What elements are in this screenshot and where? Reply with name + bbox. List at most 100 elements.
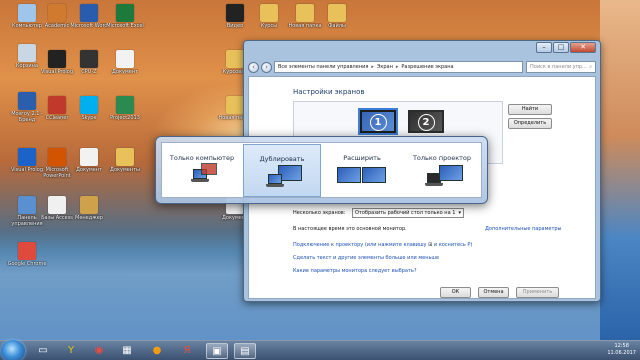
shortcut-icon: [116, 4, 134, 22]
shortcut-label: Документы: [110, 167, 140, 173]
ok-icon[interactable]: ●: [146, 343, 168, 359]
identify-button[interactable]: Определить: [508, 118, 552, 129]
search-input[interactable]: Поиск в панели упр... ⌕: [526, 61, 596, 73]
display-icon[interactable]: ▣: [206, 343, 228, 359]
monitor-2[interactable]: 2: [408, 110, 444, 133]
address-bar[interactable]: Все элементы панели управления ▸ Экран ▸…: [274, 61, 523, 73]
yandex-browser-icon[interactable]: Я: [176, 343, 198, 359]
shortcut-icon: [260, 4, 278, 22]
option-label: Дублировать: [259, 155, 305, 163]
display-switcher-panel: Только компьютер Дублировать Расширить Т…: [161, 142, 482, 198]
shortcut-icon: [296, 4, 314, 22]
breadcrumb-screen[interactable]: Экран: [377, 64, 393, 70]
window-titlebar[interactable]: – □ ✕: [244, 41, 600, 61]
option-projector-only[interactable]: Только проектор: [403, 144, 481, 197]
shortcut-label: Файлы: [328, 23, 346, 29]
ok-button[interactable]: ОК: [440, 287, 471, 298]
shortcut-icon: [48, 50, 66, 68]
monitor-2-number: 2: [417, 114, 435, 131]
shortcut-icon: [18, 196, 36, 214]
multiple-displays-value: Отобразить рабочий стол только на 1: [355, 210, 456, 216]
search-placeholder: Поиск в панели упр...: [530, 64, 587, 70]
window-controls: – □ ✕: [535, 42, 596, 53]
shortcut-icon: [80, 96, 98, 114]
maximize-button[interactable]: □: [553, 42, 569, 53]
projector-link-text: Подключение к проектору (или нажмите кла…: [293, 242, 427, 248]
shortcut-icon: [80, 4, 98, 22]
start-button[interactable]: [1, 340, 25, 360]
page-title: Настройки экранов: [293, 88, 365, 96]
find-button[interactable]: Найти: [508, 104, 552, 115]
option-duplicate[interactable]: Дублировать: [243, 144, 321, 197]
shortcut-icon: [80, 148, 98, 166]
shortcut-icon: [48, 196, 66, 214]
taskbar: ▭ Y ◉ ▦ ● Я ▣ ▤ 12:58 11.06.2017: [0, 340, 640, 360]
shortcut-icon: [116, 50, 134, 68]
shortcut-icon: [48, 148, 66, 166]
desktop-shortcut[interactable]: Документ: [104, 50, 146, 75]
monitor-help-link[interactable]: Какие параметры монитора следует выбрать…: [293, 268, 416, 274]
multiple-displays-select[interactable]: Отобразить рабочий стол только на 1 ▾: [352, 208, 464, 218]
close-button[interactable]: ✕: [570, 42, 596, 53]
shortcut-icon: [48, 4, 66, 22]
monitor-1[interactable]: 1: [360, 110, 396, 133]
address-row: ‹ › Все элементы панели управления ▸ Экр…: [248, 60, 596, 74]
switch-icon[interactable]: ▤: [234, 343, 256, 359]
shortcut-icon: [80, 196, 98, 214]
desktop-shortcut[interactable]: Microsoft Excel: [104, 4, 146, 29]
option-label: Расширить: [343, 154, 381, 162]
breadcrumb-root[interactable]: Все элементы панели управления: [278, 64, 368, 70]
option-computer-only[interactable]: Только компьютер: [163, 144, 241, 197]
shortcut-icon: [226, 96, 244, 114]
wallpaper-right: [600, 0, 640, 340]
cancel-button[interactable]: Отмена: [478, 287, 509, 298]
shortcut-icon: [116, 96, 134, 114]
desktop-shortcut[interactable]: Файлы: [316, 4, 358, 29]
back-icon[interactable]: ‹: [248, 61, 259, 73]
breadcrumb-separator: ▸: [395, 64, 399, 70]
shortcut-icon: [18, 4, 36, 22]
option-label: Только компьютер: [169, 154, 235, 162]
windows-logo-icon: ⊞: [428, 242, 433, 248]
chrome-icon[interactable]: ◉: [88, 343, 110, 359]
desktop-shortcut[interactable]: Google Chrome: [6, 242, 48, 267]
shortcut-icon: [18, 44, 36, 62]
folder-icon[interactable]: ▭: [32, 343, 54, 359]
desktop-shortcut[interactable]: Документы: [104, 148, 146, 173]
shortcut-label: Google Chrome: [7, 261, 47, 267]
shortcut-icon: [18, 242, 36, 260]
shortcut-label: Microsoft Excel: [106, 23, 144, 29]
shortcut-label: Документ: [112, 69, 138, 75]
clock-time: 12:58: [614, 343, 629, 349]
forward-icon[interactable]: ›: [261, 61, 272, 73]
system-clock[interactable]: 12:58 11.06.2017: [607, 343, 636, 357]
shortcut-icon: [80, 50, 98, 68]
shortcut-icon: [18, 148, 36, 166]
shortcut-icon: [226, 50, 244, 68]
shortcut-icon: [48, 96, 66, 114]
desktop-shortcut[interactable]: Менеджер: [68, 196, 110, 221]
monitor-1-number: 1: [369, 114, 387, 131]
projector-link[interactable]: Подключение к проектору (или нажмите кла…: [293, 242, 472, 248]
desktop-shortcut[interactable]: Project2013: [104, 96, 146, 121]
gallery-icon[interactable]: ▦: [116, 343, 138, 359]
shortcut-icon: [226, 4, 244, 22]
shortcut-label: Менеджер: [75, 215, 103, 221]
projector-link-text-end: и коснитесь P): [433, 242, 473, 248]
shortcut-label: Project2013: [110, 115, 140, 121]
multiple-displays-label: Несколько экранов:: [293, 210, 346, 216]
breadcrumb-separator: ▸: [371, 64, 374, 70]
advanced-settings-link[interactable]: Дополнительные параметры: [485, 226, 561, 232]
display-switcher: Только компьютер Дублировать Расширить Т…: [155, 136, 488, 204]
apply-button[interactable]: Применить: [516, 287, 559, 298]
breadcrumb-resolution[interactable]: Разрешение экрана: [401, 64, 453, 70]
option-extend[interactable]: Расширить: [323, 144, 401, 197]
current-main-text: В настоящее время это основной монитор.: [293, 226, 407, 232]
search-icon[interactable]: ⌕: [589, 64, 592, 70]
shortcut-icon: [116, 148, 134, 166]
text-size-link[interactable]: Сделать текст и другие элементы больше и…: [293, 255, 439, 261]
shortcut-icon: [328, 4, 346, 22]
minimize-button[interactable]: –: [536, 42, 552, 53]
clock-date: 11.06.2017: [607, 350, 636, 356]
yandex-icon[interactable]: Y: [60, 343, 82, 359]
